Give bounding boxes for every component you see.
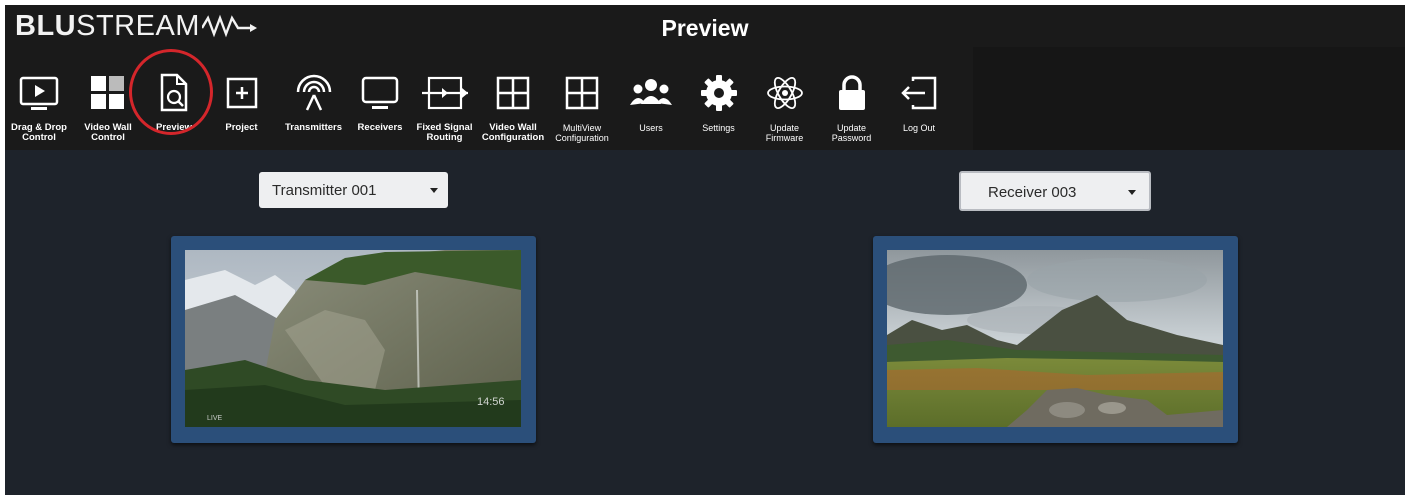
tab-label: Video Wall Configuration: [481, 122, 545, 143]
document-search-icon: [160, 73, 188, 112]
tab-video-wall-configuration[interactable]: Video Wall Configuration: [478, 55, 548, 150]
brand-light-text: STREAM: [76, 9, 200, 42]
video-wall-grid-icon: [91, 76, 124, 109]
play-screen-icon: [19, 76, 59, 110]
receiver-select-value: Receiver 003: [988, 184, 1077, 201]
tab-label: MultiView Configuration: [555, 123, 609, 143]
tab-label: Fixed Signal Routing: [416, 122, 473, 143]
tab-transmitters[interactable]: Transmitters: [278, 55, 349, 150]
transmitter-preview-frame: 14:56 LIVE: [171, 236, 536, 443]
tab-label: Log Out: [902, 123, 936, 133]
preview-live-text: LIVE: [207, 415, 223, 422]
tab-update-firmware[interactable]: Update Firmware: [751, 55, 818, 150]
main-toolbar: Drag & Drop Control Video Wall Control P…: [5, 47, 1405, 152]
tab-multiview-configuration[interactable]: MultiView Configuration: [548, 55, 616, 150]
tab-fixed-signal-routing[interactable]: Fixed Signal Routing: [411, 55, 478, 150]
transmitter-select-value: Transmitter 001: [272, 182, 377, 199]
tab-label: Project: [225, 122, 258, 133]
users-icon: [630, 79, 672, 105]
tab-label: Preview: [156, 122, 192, 133]
monitor-icon: [361, 76, 399, 109]
brand-bold-text: BLU: [15, 9, 77, 42]
tab-receivers[interactable]: Receivers: [349, 55, 411, 150]
tab-label: Drag & Drop Control: [11, 122, 67, 143]
tab-label: Settings: [702, 123, 735, 133]
logout-icon: [901, 76, 937, 110]
chevron-down-icon: [430, 188, 438, 193]
blustream-logo: BLU STREAM: [15, 9, 258, 43]
tab-project[interactable]: Project: [205, 55, 278, 150]
grid-2x2-icon: [565, 76, 599, 110]
grid-2x2-icon: [496, 76, 530, 110]
tab-drag-drop-control[interactable]: Drag & Drop Control: [5, 55, 73, 150]
lock-icon: [838, 75, 865, 110]
tab-label: Video Wall Control: [84, 122, 132, 143]
chevron-down-icon: [1128, 190, 1136, 195]
tab-label: Receivers: [357, 122, 403, 133]
preview-main-area: Transmitter 001 Receiver 003 14:56 LIVE: [5, 150, 1405, 495]
tab-log-out[interactable]: Log Out: [885, 55, 953, 150]
broadcast-icon: [296, 74, 331, 111]
preview-clock-text: 14:56: [477, 396, 505, 408]
toolbar-empty-area: [973, 47, 1405, 150]
tab-label: Update Password: [831, 123, 872, 143]
atom-icon: [766, 77, 803, 109]
receiver-select[interactable]: Receiver 003: [959, 171, 1151, 211]
brand-wave-arrow-icon: [201, 14, 257, 38]
tab-label: Transmitters: [284, 122, 343, 133]
tab-update-password[interactable]: Update Password: [818, 55, 885, 150]
tab-label: Update Firmware: [765, 123, 804, 143]
tab-users[interactable]: Users: [616, 55, 686, 150]
tab-preview[interactable]: Preview: [143, 55, 205, 152]
header-bar: BLU STREAM Preview: [5, 5, 1405, 47]
plus-square-icon: [226, 77, 257, 109]
gear-icon: [700, 75, 737, 111]
transmitter-select[interactable]: Transmitter 001: [259, 172, 448, 208]
routing-icon: [421, 76, 468, 110]
receiver-preview-frame: [873, 236, 1238, 443]
tab-video-wall-control[interactable]: Video Wall Control: [73, 55, 143, 150]
app-window: BLU STREAM Preview Drag & Drop Control Vi…: [5, 5, 1405, 495]
receiver-preview-image: [887, 250, 1223, 427]
page-title: Preview: [661, 15, 749, 41]
tab-settings[interactable]: Settings: [686, 55, 751, 150]
tab-label: Users: [639, 123, 663, 133]
transmitter-preview-image: 14:56 LIVE: [185, 250, 521, 427]
